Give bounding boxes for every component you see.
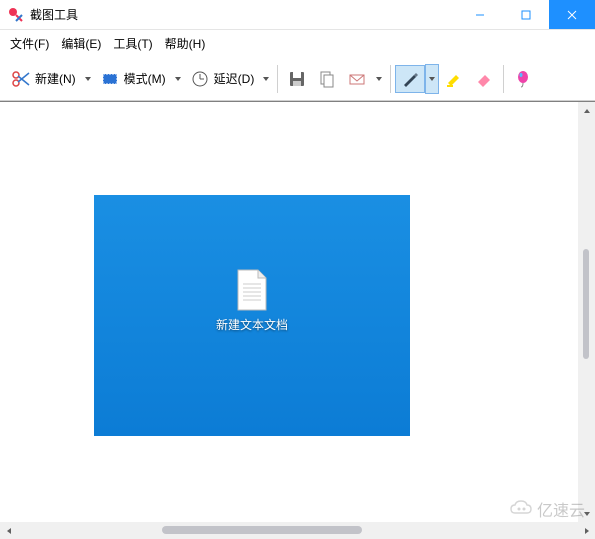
scissors-icon: [11, 69, 31, 89]
mode-dropdown[interactable]: [171, 75, 185, 83]
mail-icon: [347, 69, 367, 89]
scrollbar-thumb-h[interactable]: [162, 526, 362, 534]
toolbar-separator-2: [390, 65, 391, 93]
copy-icon: [317, 69, 337, 89]
paint3d-button[interactable]: [508, 65, 538, 93]
eraser-button[interactable]: [469, 65, 499, 93]
menubar: 文件(F) 编辑(E) 工具(T) 帮助(H): [0, 30, 595, 57]
scroll-up-icon[interactable]: [578, 102, 595, 119]
mode-button[interactable]: 模式(M): [95, 65, 171, 93]
desktop-file-label: 新建文本文档: [202, 316, 302, 333]
vertical-scrollbar[interactable]: [578, 102, 595, 522]
scroll-right-icon[interactable]: [578, 522, 595, 539]
window-title: 截图工具: [30, 6, 457, 23]
pen-dropdown[interactable]: [425, 64, 439, 94]
menu-help[interactable]: 帮助(H): [161, 33, 210, 54]
delay-button[interactable]: 延迟(D): [185, 65, 260, 93]
highlighter-button[interactable]: [439, 65, 469, 93]
save-icon: [287, 69, 307, 89]
menu-file[interactable]: 文件(F): [6, 33, 53, 54]
delay-dropdown[interactable]: [259, 75, 273, 83]
title-bar: 截图工具: [0, 0, 595, 30]
pen-button[interactable]: [395, 65, 425, 93]
toolbar-separator-3: [503, 65, 504, 93]
maximize-button[interactable]: [503, 0, 549, 29]
scrollbar-track[interactable]: [17, 522, 578, 539]
clock-icon: [190, 69, 210, 89]
delay-label: 延迟(D): [214, 70, 255, 87]
copy-button[interactable]: [312, 65, 342, 93]
mode-label: 模式(M): [124, 70, 166, 87]
pen-icon: [400, 69, 420, 89]
rectangle-icon: [100, 69, 120, 89]
scroll-left-icon[interactable]: [0, 522, 17, 539]
document-icon: [232, 268, 272, 312]
new-snip-dropdown[interactable]: [81, 75, 95, 83]
eraser-icon: [474, 69, 494, 89]
canvas-area: 新建文本文档: [0, 101, 595, 522]
captured-image[interactable]: 新建文本文档: [94, 195, 410, 436]
menu-tools[interactable]: 工具(T): [109, 33, 156, 54]
menu-edit[interactable]: 编辑(E): [57, 33, 105, 54]
close-button[interactable]: [549, 0, 595, 29]
email-dropdown[interactable]: [372, 75, 386, 83]
window-controls: [457, 0, 595, 29]
toolbar: 新建(N) 模式(M) 延迟(D): [0, 57, 595, 101]
horizontal-scrollbar[interactable]: [0, 522, 595, 539]
email-button[interactable]: [342, 65, 372, 93]
desktop-file-icon: 新建文本文档: [202, 268, 302, 333]
toolbar-separator: [277, 65, 278, 93]
highlighter-icon: [444, 69, 464, 89]
scroll-down-icon[interactable]: [578, 505, 595, 522]
new-snip-label: 新建(N): [35, 70, 76, 87]
new-snip-button[interactable]: 新建(N): [6, 65, 81, 93]
balloon-icon: [513, 69, 533, 89]
scrollbar-thumb[interactable]: [583, 249, 589, 359]
save-button[interactable]: [282, 65, 312, 93]
minimize-button[interactable]: [457, 0, 503, 29]
app-icon: [8, 7, 24, 23]
